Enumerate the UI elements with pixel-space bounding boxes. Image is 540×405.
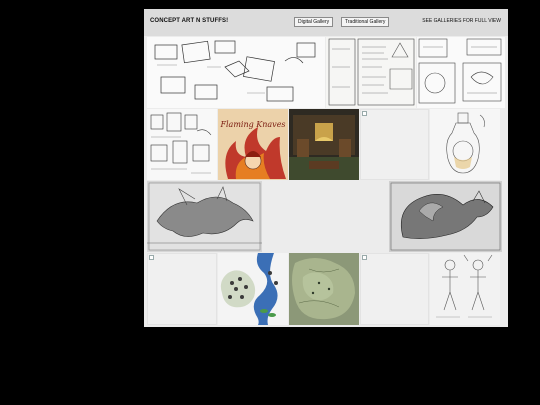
figure-sketch-tile[interactable] [430,253,500,325]
sketch-menu-page-tile[interactable] [326,37,416,108]
sketch-jars-tile[interactable] [147,109,217,180]
broken-image-icon [362,111,367,116]
gallery-panel: CONCEPT ART N STUFFS! Digital Gallery Tr… [144,9,508,327]
terrain-map-image [289,253,359,325]
see-galleries-note: SEE GALLERIES FOR FULL VIEW [422,18,501,24]
header-bar: CONCEPT ART N STUFFS! Digital Gallery Tr… [144,9,508,36]
tavern-room-tile[interactable] [289,109,359,180]
sketch-books-tile[interactable] [147,37,325,108]
dragon-sketch-tile[interactable] [147,181,262,252]
page-title: CONCEPT ART N STUFFS! [150,18,229,24]
sketch-icons-tile[interactable] [417,37,505,108]
broken-image-tile[interactable] [147,253,217,325]
broken-image-icon [362,255,367,260]
flaming-knaves-tile[interactable]: Flaming Knaves [218,109,288,180]
island-map-image [218,253,288,325]
tavern-room-image [289,109,359,180]
broken-image-icon [149,255,154,260]
serpent-sketch-image [390,182,501,251]
figure-sketch-image [436,254,493,318]
dragon-sketch-image [147,182,262,251]
flaming-knaves-image: Flaming Knaves [218,109,288,180]
sketch-icons-image [418,38,502,104]
digital-gallery-button[interactable]: Digital Gallery [294,17,334,27]
island-map-tile[interactable] [218,253,288,325]
terrain-map-tile[interactable] [289,253,359,325]
sketch-menu-image [328,38,415,106]
sketch-jars-image [150,112,212,174]
sketch-books-image [154,40,316,102]
potion-bottle-image [446,112,485,174]
broken-image-tile[interactable] [360,253,429,325]
sketch-potion-bottle-tile[interactable] [430,109,500,180]
serpent-sketch-tile[interactable] [389,181,502,252]
traditional-gallery-button[interactable]: Traditional Gallery [341,17,390,27]
broken-image-tile[interactable] [360,109,429,180]
flaming-knaves-heading: Flaming Knaves [219,120,285,129]
